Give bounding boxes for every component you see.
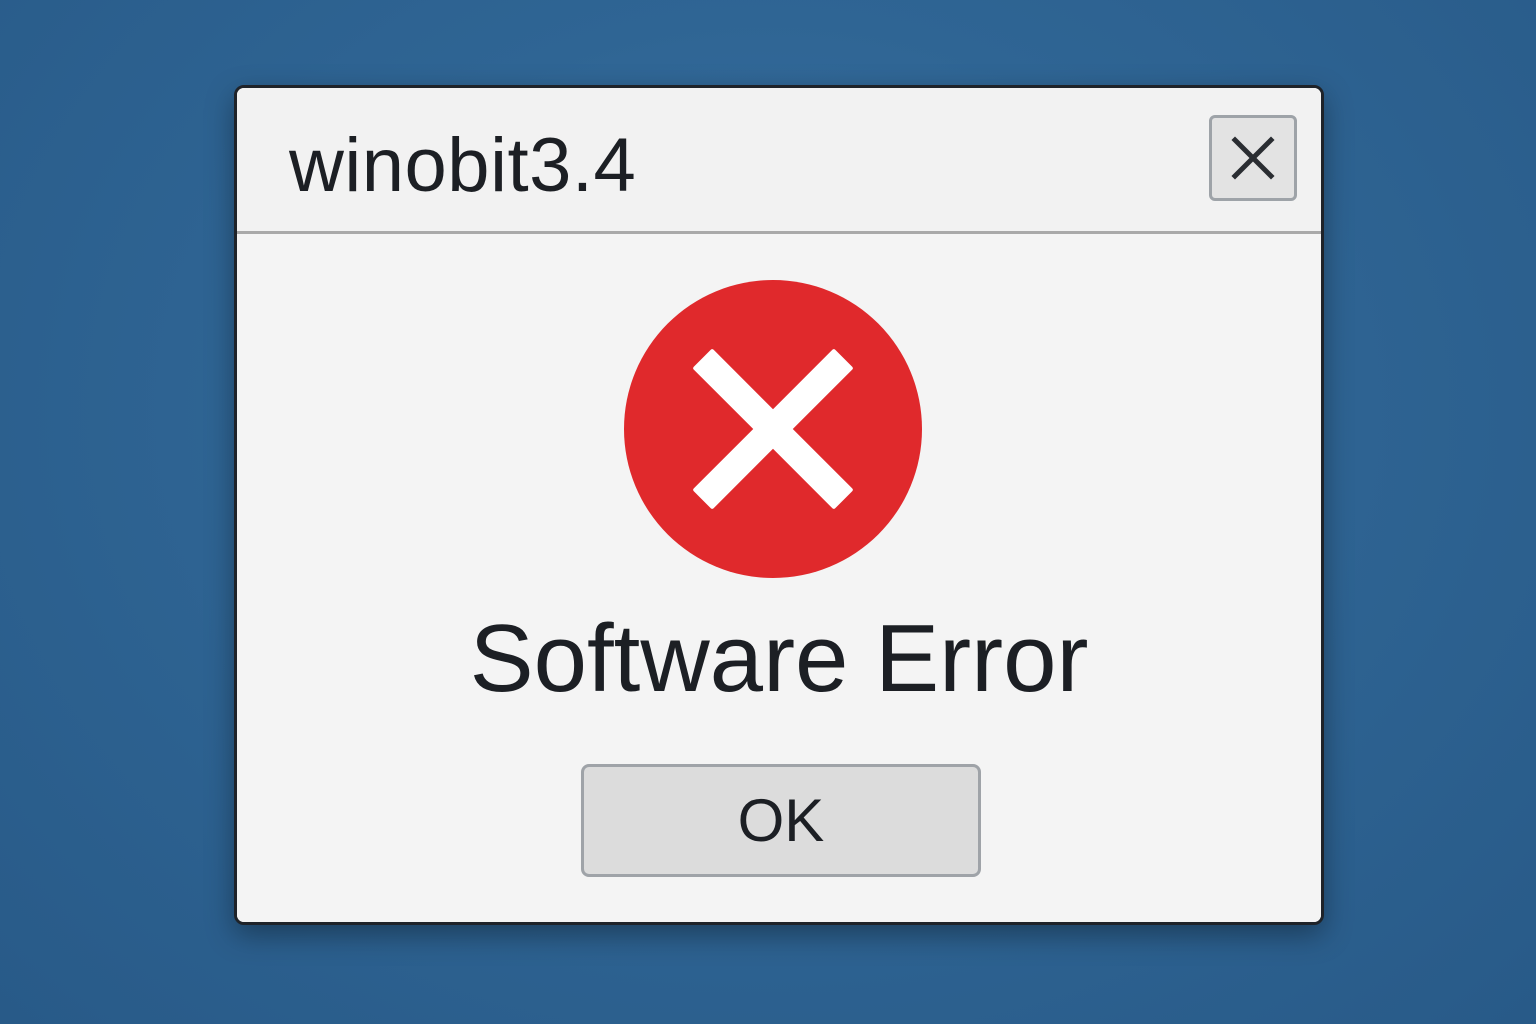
close-button[interactable] xyxy=(1209,115,1297,201)
error-message: Software Error xyxy=(469,605,1089,712)
dialog-content: Software Error OK xyxy=(237,234,1321,922)
error-icon xyxy=(624,280,922,578)
dialog-title: winobit3.4 xyxy=(289,123,637,208)
dialog-titlebar: winobit3.4 xyxy=(237,88,1321,234)
close-icon xyxy=(1231,136,1275,180)
error-dialog: winobit3.4 Software Error OK xyxy=(234,85,1324,925)
ok-button[interactable]: OK xyxy=(581,764,981,877)
